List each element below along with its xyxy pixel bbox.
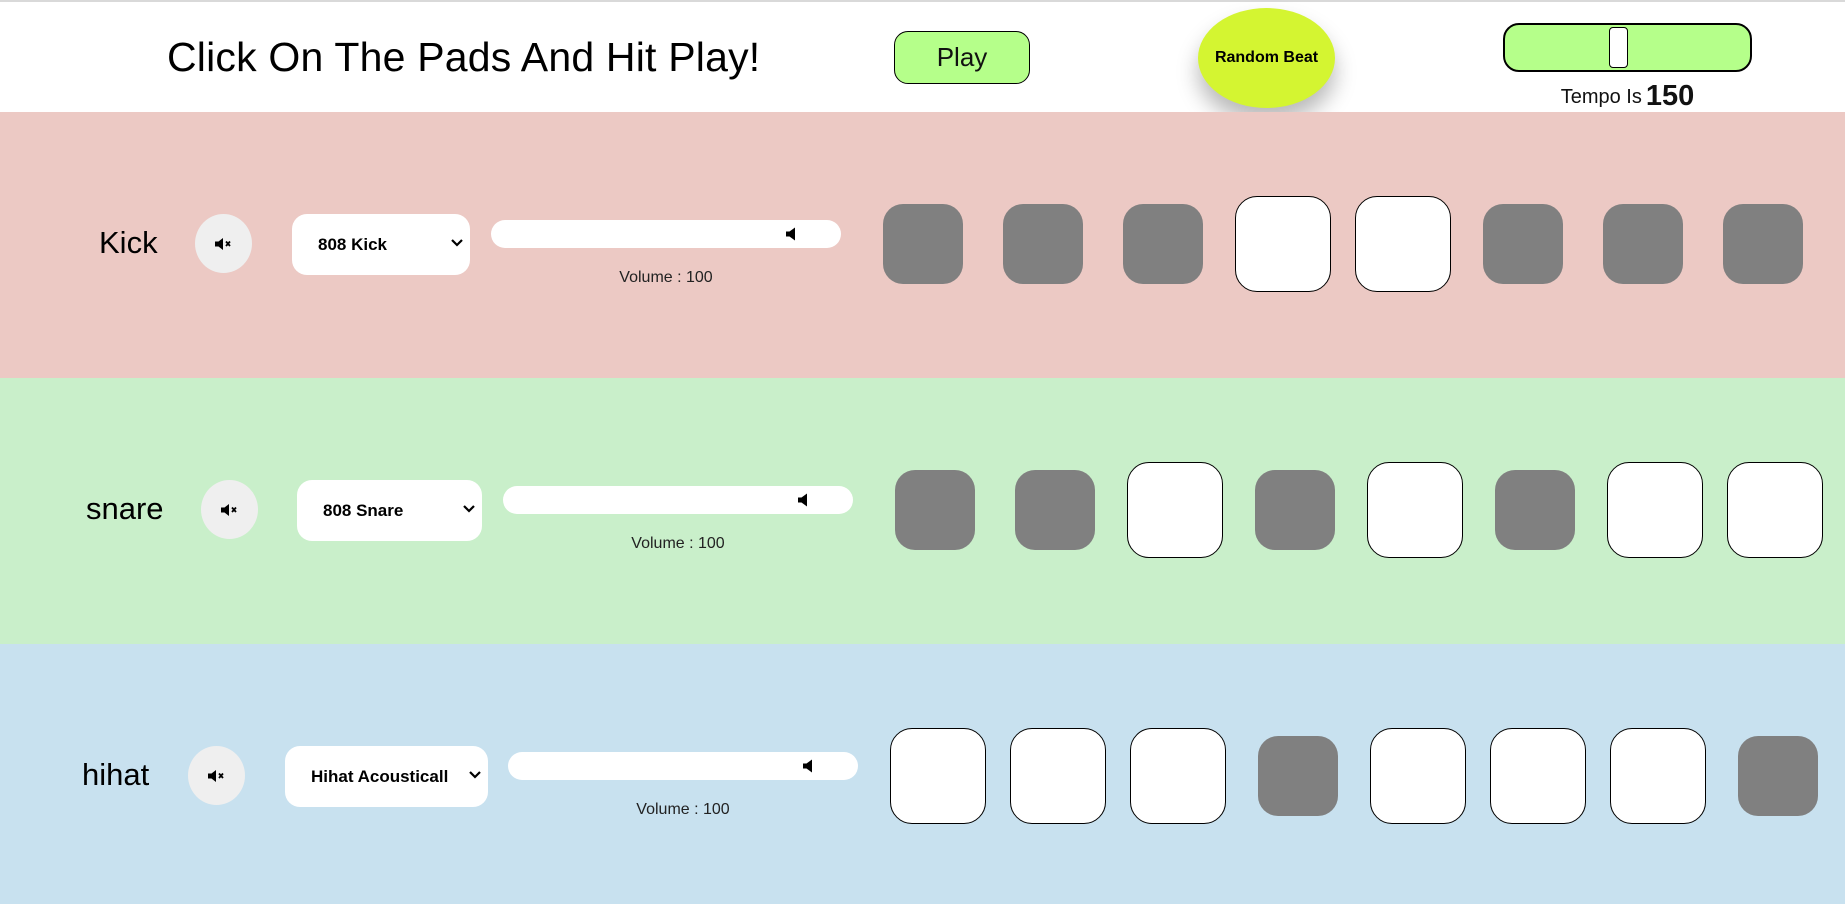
muted-speaker-icon (207, 769, 224, 782)
speaker-icon (786, 227, 795, 241)
pad-3[interactable] (1130, 728, 1226, 824)
pad-6[interactable] (1483, 204, 1563, 284)
pad-5[interactable] (1355, 196, 1451, 292)
track-snare: snare 808 Snare Volume : 100 (0, 378, 1845, 644)
pad-8[interactable] (1738, 736, 1818, 816)
speaker-icon (798, 493, 807, 507)
tempo-value: 150 (1645, 80, 1695, 112)
pad-2[interactable] (1015, 470, 1095, 550)
page-title: Click On The Pads And Hit Play! (167, 34, 761, 80)
pad-6[interactable] (1490, 728, 1586, 824)
pad-5[interactable] (1367, 462, 1463, 558)
track-kick: Kick 808 Kick Volume : 100 (0, 112, 1845, 378)
sample-select[interactable]: 808 Snare (297, 480, 482, 541)
pad-7[interactable] (1610, 728, 1706, 824)
pad-7[interactable] (1607, 462, 1703, 558)
pad-5[interactable] (1370, 728, 1466, 824)
volume-label: Volume : 100 (619, 269, 713, 286)
pad-4[interactable] (1258, 736, 1338, 816)
mute-button[interactable] (188, 746, 245, 805)
muted-speaker-icon (214, 237, 231, 250)
pad-1[interactable] (890, 728, 986, 824)
chevron-down-icon (469, 771, 481, 779)
track-name: Kick (99, 225, 158, 260)
play-button[interactable]: Play (894, 31, 1030, 84)
pad-6[interactable] (1495, 470, 1575, 550)
track-name: hihat (82, 757, 150, 792)
track-name: snare (86, 491, 164, 526)
mute-button[interactable] (201, 480, 258, 539)
muted-speaker-icon (220, 503, 237, 516)
chevron-down-icon (451, 239, 463, 247)
random-beat-button[interactable]: Random Beat (1198, 8, 1335, 108)
header-bar: Click On The Pads And Hit Play! Play Ran… (0, 2, 1845, 112)
sample-select-value: 808 Snare (323, 500, 404, 520)
volume-slider[interactable] (503, 486, 853, 514)
sample-select[interactable]: 808 Kick (292, 214, 470, 275)
pad-1[interactable] (883, 204, 963, 284)
tempo-slider-thumb[interactable] (1609, 27, 1628, 68)
pad-4[interactable] (1235, 196, 1331, 292)
mute-button[interactable] (195, 214, 252, 273)
tempo-label-text: Tempo Is (1560, 86, 1642, 108)
sample-select-value: 808 Kick (318, 234, 387, 254)
pad-8[interactable] (1723, 204, 1803, 284)
speaker-icon (803, 759, 812, 773)
pad-3[interactable] (1127, 462, 1223, 558)
volume-slider[interactable] (491, 220, 841, 248)
chevron-down-icon (463, 505, 475, 513)
tempo-slider[interactable] (1503, 23, 1752, 72)
pad-8[interactable] (1727, 462, 1823, 558)
tempo-readout: Tempo Is 150 (1503, 80, 1752, 113)
pad-3[interactable] (1123, 204, 1203, 284)
volume-slider[interactable] (508, 752, 858, 780)
sample-select[interactable]: Hihat Acousticall (285, 746, 488, 807)
pad-2[interactable] (1003, 204, 1083, 284)
sample-select-value: Hihat Acousticall (311, 766, 449, 786)
pad-7[interactable] (1603, 204, 1683, 284)
pad-1[interactable] (895, 470, 975, 550)
pad-4[interactable] (1255, 470, 1335, 550)
volume-label: Volume : 100 (631, 535, 725, 552)
pad-2[interactable] (1010, 728, 1106, 824)
volume-label: Volume : 100 (636, 801, 730, 818)
track-hihat: hihat Hihat Acousticall Volume : 100 (0, 644, 1845, 904)
